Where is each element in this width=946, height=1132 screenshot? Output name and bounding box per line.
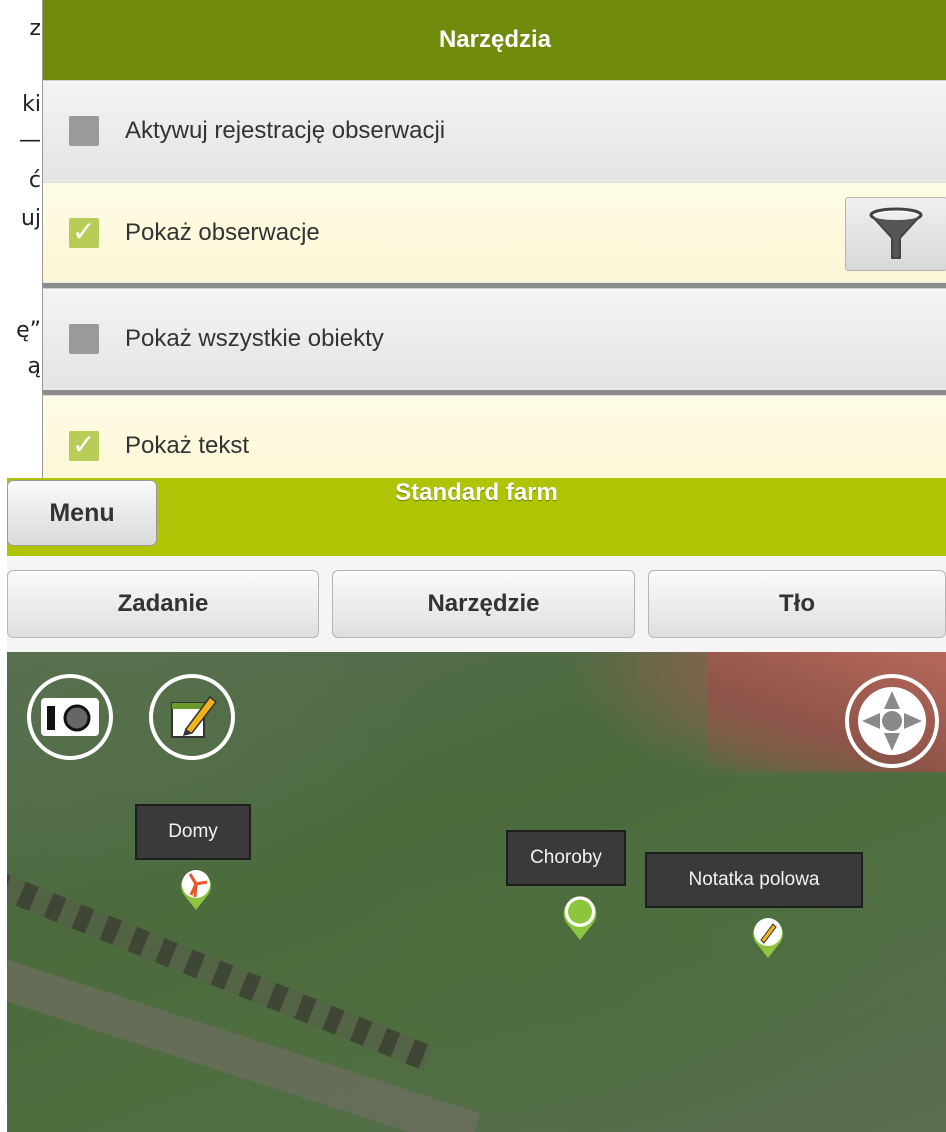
checkbox-activate-registration[interactable]	[69, 115, 99, 146]
side-text-fragment: uj	[20, 206, 41, 231]
farm-app: Standard farm Menu Zadanie Narzędzie Tło	[7, 478, 946, 1132]
app-header: Standard farm Menu	[7, 478, 946, 557]
filter-icon	[869, 207, 923, 259]
side-text-fragment: z	[29, 16, 41, 41]
note-edit-icon	[171, 695, 218, 738]
side-text-fragment: ę”	[16, 318, 41, 343]
tool-label: Pokaż tekst	[125, 431, 250, 459]
tool-row-show-observations[interactable]: Pokaż obserwacje	[43, 182, 946, 282]
checkbox-show-observations[interactable]	[69, 215, 99, 248]
locate-button[interactable]	[845, 674, 939, 768]
tools-panel-title: Narzędzia	[43, 0, 946, 80]
menu-button[interactable]: Menu	[7, 480, 157, 546]
tools-panel: Narzędzia Aktywuj rejestrację obserwacji…	[42, 0, 946, 478]
tab-tlo[interactable]: Tło	[648, 570, 946, 638]
marker-label-choroby: Choroby	[506, 830, 626, 886]
map-view[interactable]: Domy Choroby Notatka polowa	[7, 652, 946, 1132]
side-text-fragment: ą	[27, 354, 41, 379]
leaf-icon[interactable]	[561, 892, 599, 940]
filter-button[interactable]	[845, 197, 946, 271]
marker-label-notatka: Notatka polowa	[645, 852, 863, 908]
tool-row-show-all-objects[interactable]: Pokaż wszystkie obiekty	[43, 288, 946, 388]
windmill-icon[interactable]	[179, 866, 213, 910]
tab-bar: Zadanie Narzędzie Tło	[7, 556, 946, 652]
camera-button[interactable]	[27, 674, 113, 760]
checkbox-show-text[interactable]	[69, 428, 99, 461]
tab-zadanie[interactable]: Zadanie	[7, 570, 319, 638]
side-text-fragment: ć	[28, 168, 41, 193]
camera-icon	[41, 698, 99, 736]
tool-label: Pokaż obserwacje	[125, 218, 320, 246]
tool-label: Aktywuj rejestrację obserwacji	[125, 116, 446, 144]
side-text-fragment: —	[19, 128, 41, 153]
marker-label-domy: Domy	[135, 804, 251, 860]
add-note-button[interactable]	[149, 674, 235, 760]
pencil-icon[interactable]	[751, 914, 785, 958]
tool-row-activate-registration[interactable]: Aktywuj rejestrację obserwacji	[43, 80, 946, 180]
tab-narzedzie[interactable]: Narzędzie	[332, 570, 635, 638]
checkbox-show-all-objects[interactable]	[69, 323, 99, 354]
tool-row-show-text[interactable]: Pokaż tekst	[43, 395, 946, 478]
tool-label: Pokaż wszystkie obiekty	[125, 324, 384, 352]
side-text-fragment: ki	[22, 92, 41, 117]
gps-locate-icon	[858, 687, 926, 755]
